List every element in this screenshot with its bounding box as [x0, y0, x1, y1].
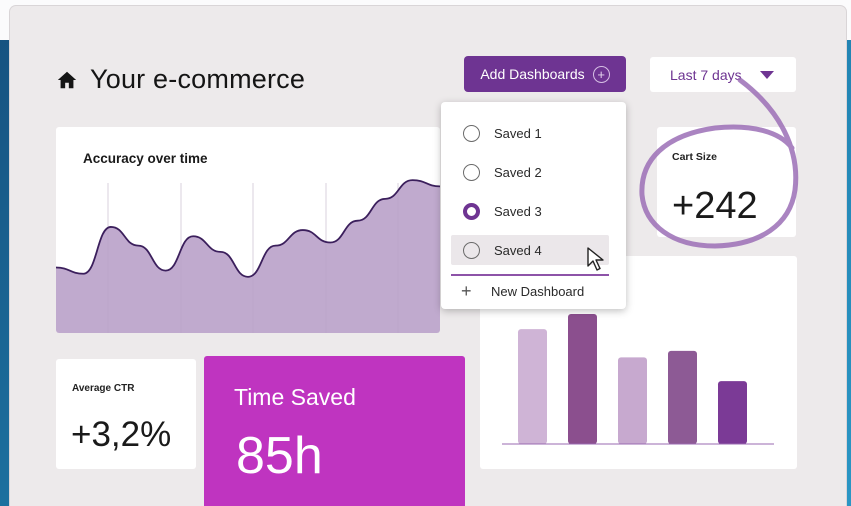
dropdown-option-saved-2[interactable]: Saved 2: [451, 157, 609, 187]
bar: [618, 357, 647, 444]
time-saved-label: Time Saved: [234, 384, 356, 410]
bar: [518, 329, 547, 444]
option-label: Saved 1: [494, 125, 542, 141]
accuracy-card: Accuracy over time: [56, 127, 440, 333]
dropdown-option-saved-3[interactable]: Saved 3: [451, 196, 609, 226]
bar: [668, 350, 697, 444]
accuracy-label: Accuracy over time: [83, 151, 208, 166]
option-label: Saved 3: [494, 203, 542, 219]
dropdown-divider: [451, 274, 609, 276]
add-dashboards-button[interactable]: Add Dashboards +: [464, 56, 626, 92]
radio-icon[interactable]: [463, 163, 480, 181]
radio-selected-icon[interactable]: [463, 202, 480, 220]
radio-icon[interactable]: [463, 124, 480, 142]
average-ctr-label: Average CTR: [72, 383, 135, 394]
page-title-text: Your e-commerce: [90, 64, 306, 94]
dropdown-option-saved-1[interactable]: Saved 1: [451, 118, 609, 148]
cart-size-value: +242: [672, 185, 758, 227]
date-range-select[interactable]: Last 7 days: [650, 57, 796, 92]
plus-circle-icon: +: [592, 65, 610, 83]
time-saved-card: Time Saved 85h: [204, 356, 465, 506]
cart-size-label: Cart Size: [672, 151, 717, 163]
new-dashboard-item[interactable]: + New Dashboard: [461, 279, 584, 303]
dashboards-dropdown: Saved 1 Saved 2 Saved 3 Saved 4 + New Da…: [441, 102, 626, 309]
plus-icon: +: [461, 280, 472, 301]
cart-size-card: Cart Size +242: [657, 127, 796, 237]
time-saved-value: 85h: [236, 427, 323, 485]
home-icon: [57, 71, 77, 88]
date-range-value: Last 7 days: [670, 66, 742, 83]
bar: [718, 381, 747, 444]
bar: [568, 314, 597, 444]
dropdown-option-saved-4[interactable]: Saved 4: [451, 235, 609, 265]
new-dashboard-label: New Dashboard: [491, 283, 585, 299]
option-label: Saved 4: [494, 242, 542, 258]
caret-down-icon: [759, 70, 774, 79]
area-fill: [56, 180, 440, 333]
radio-icon[interactable]: [463, 241, 480, 259]
add-dashboards-label: Add Dashboards: [480, 66, 585, 82]
page-title: Your e-commerce: [56, 64, 305, 95]
average-ctr-value: +3,2%: [71, 415, 172, 454]
option-label: Saved 2: [494, 164, 542, 180]
average-ctr-card: Average CTR +3,2%: [56, 359, 196, 469]
